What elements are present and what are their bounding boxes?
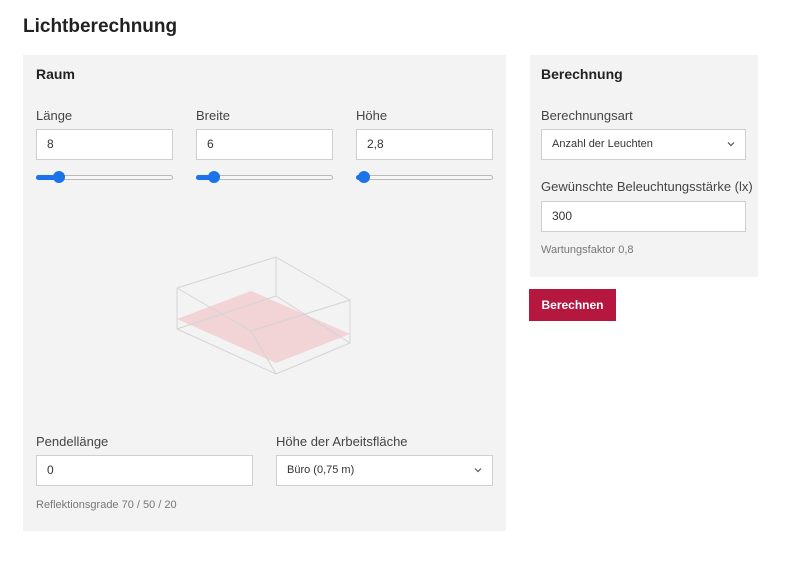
room-illustration [176,256,351,375]
lux-input[interactable]: 300 [541,201,746,232]
laenge-input[interactable]: 8 [36,129,173,160]
berechnen-button[interactable]: Berechnen [529,289,616,321]
berechnungsart-select[interactable]: Anzahl der Leuchten [541,129,746,160]
laenge-slider[interactable] [36,170,173,184]
arbeitsflaeche-label: Höhe der Arbeitsfläche [276,434,408,449]
slider-thumb[interactable] [208,171,220,183]
chevron-down-icon [727,142,735,147]
hoehe-input[interactable]: 2,8 [356,129,493,160]
page-title: Lichtberechnung [23,16,178,37]
berechnungsart-selected: Anzahl der Leuchten [552,138,653,150]
raum-panel: Raum Länge Breite Höhe 8 6 2,8 Pendellän… [23,55,506,531]
breite-slider[interactable] [196,170,333,184]
pendellaenge-input[interactable]: 0 [36,455,253,486]
berechnungsart-label: Berechnungsart [541,108,633,123]
arbeitsflaeche-selected: Büro (0,75 m) [287,464,355,476]
slider-track [356,175,493,180]
laenge-label: Länge [36,108,73,123]
breite-label: Breite [196,108,230,123]
wartungsfaktor-text: Wartungsfaktor 0,8 [541,244,634,256]
hoehe-slider[interactable] [356,170,493,184]
berechnung-title: Berechnung [541,66,623,82]
berechnung-panel: Berechnung Berechnungsart Anzahl der Leu… [530,55,758,277]
arbeitsflaeche-select[interactable]: Büro (0,75 m) [276,455,493,486]
raum-title: Raum [36,66,75,82]
breite-input[interactable]: 6 [196,129,333,160]
reflektionsgrade-text: Reflektionsgrade 70 / 50 / 20 [36,499,177,511]
lux-label: Gewünschte Beleuchtungsstärke (lx) [541,179,753,194]
pendellaenge-label: Pendellänge [36,434,109,449]
slider-thumb[interactable] [358,171,370,183]
hoehe-label: Höhe [356,108,388,123]
chevron-down-icon [474,468,482,473]
slider-thumb[interactable] [53,171,65,183]
